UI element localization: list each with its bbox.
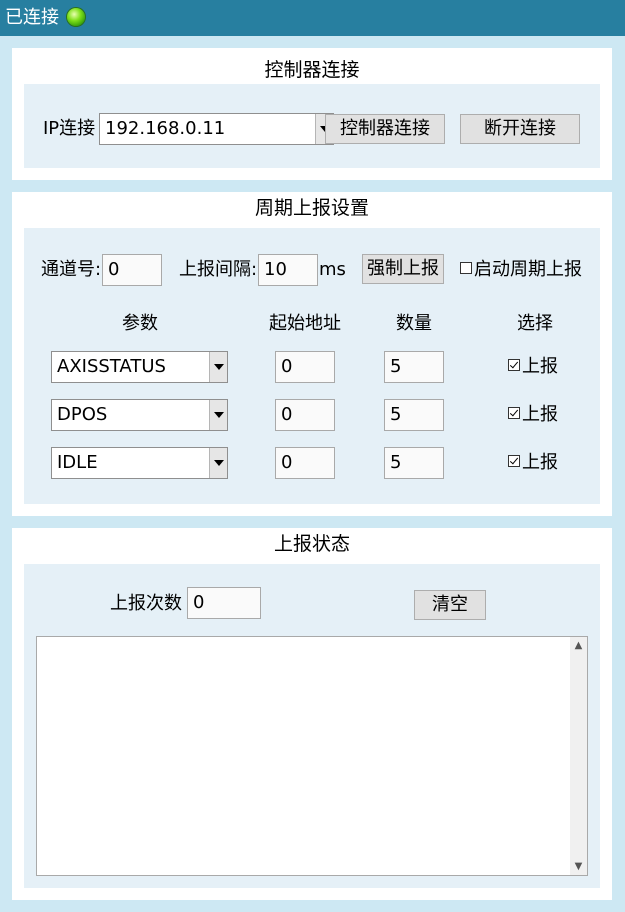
connection-status-text: 已连接 [5,7,59,28]
count-input-row-1[interactable]: 5 [384,351,444,383]
report-count-value: 0 [193,592,205,613]
report-count-input[interactable]: 0 [187,587,261,619]
controller-connection-panel: IP连接 192.168.0.11 控制器连接 断开连接 [24,84,600,168]
controller-connect-button[interactable]: 控制器连接 [325,114,445,144]
report-checkbox-label: 上报 [522,452,558,473]
controller-connection-group: 控制器连接 IP连接 192.168.0.11 控制器连接 断开连接 [12,48,612,180]
ip-select[interactable]: 192.168.0.11 [99,113,334,145]
channel-label: 通道号: [41,259,102,280]
col-header-start: 起始地址 [269,313,341,334]
chevron-down-icon[interactable] [209,400,227,430]
param-select-row-3[interactable]: IDLE [51,447,228,479]
param-select-value: DPOS [57,404,108,425]
interval-unit: ms [319,259,346,280]
channel-input[interactable]: 0 [102,254,162,286]
status-led-icon [67,8,85,26]
scroll-down-icon[interactable]: ▼ [570,858,587,875]
ip-label: IP连接 [43,118,96,139]
count-value: 5 [390,404,402,425]
report-checkbox-label: 上报 [522,356,558,377]
periodic-report-label: 启动周期上报 [474,259,582,280]
chevron-down-icon[interactable] [209,352,227,382]
interval-input-value: 10 [264,259,287,280]
report-checkbox-row-1[interactable]: 上报 [508,356,558,378]
report-settings-group: 周期上报设置 通道号: 0 上报间隔: 10 ms 强制上报 启动周期上报 参数… [12,192,612,516]
count-value: 5 [390,452,402,473]
periodic-report-checkbox[interactable]: 启动周期上报 [460,259,582,281]
report-log-textarea[interactable]: ▲ ▼ [36,636,588,876]
start-address-input-row-2[interactable]: 0 [275,399,335,431]
param-select-row-2[interactable]: DPOS [51,399,228,431]
report-status-title: 上报状态 [273,533,350,555]
param-select-row-1[interactable]: AXISSTATUS [51,351,228,383]
chevron-down-icon[interactable] [209,448,227,478]
report-checkbox-row-3[interactable]: 上报 [508,452,558,474]
report-status-group: 上报状态 上报次数 0 清空 ▲ ▼ [12,528,612,900]
channel-input-value: 0 [108,259,120,280]
log-scrollbar[interactable]: ▲ ▼ [570,637,587,875]
count-value: 5 [390,356,402,377]
disconnect-button[interactable]: 断开连接 [460,114,580,144]
col-header-count: 数量 [396,313,432,334]
title-bar: 已连接 [0,0,625,36]
start-address-value: 0 [281,356,293,377]
checkbox-icon[interactable] [460,262,472,274]
report-checkbox-row-2[interactable]: 上报 [508,404,558,426]
interval-input[interactable]: 10 [258,254,318,286]
col-header-select: 选择 [517,313,553,334]
interval-label: 上报间隔: [179,259,258,280]
checkbox-checked-icon[interactable] [508,407,520,419]
start-address-value: 0 [281,452,293,473]
clear-button[interactable]: 清空 [414,590,486,620]
report-settings-title: 周期上报设置 [254,197,369,219]
controller-connection-title: 控制器连接 [264,59,360,81]
col-header-param: 参数 [122,313,158,334]
report-count-label: 上报次数 [110,593,182,614]
count-input-row-3[interactable]: 5 [384,447,444,479]
checkbox-checked-icon[interactable] [508,359,520,371]
param-select-value: AXISSTATUS [57,356,166,377]
force-report-button[interactable]: 强制上报 [362,254,444,284]
start-address-input-row-1[interactable]: 0 [275,351,335,383]
checkbox-checked-icon[interactable] [508,455,520,467]
start-address-value: 0 [281,404,293,425]
report-settings-panel: 通道号: 0 上报间隔: 10 ms 强制上报 启动周期上报 参数 起始地址 数… [24,228,600,504]
report-checkbox-label: 上报 [522,404,558,425]
param-select-value: IDLE [57,452,98,473]
start-address-input-row-3[interactable]: 0 [275,447,335,479]
count-input-row-2[interactable]: 5 [384,399,444,431]
scroll-up-icon[interactable]: ▲ [570,637,587,654]
report-status-panel: 上报次数 0 清空 ▲ ▼ [24,564,600,888]
ip-select-value: 192.168.0.11 [105,118,226,139]
